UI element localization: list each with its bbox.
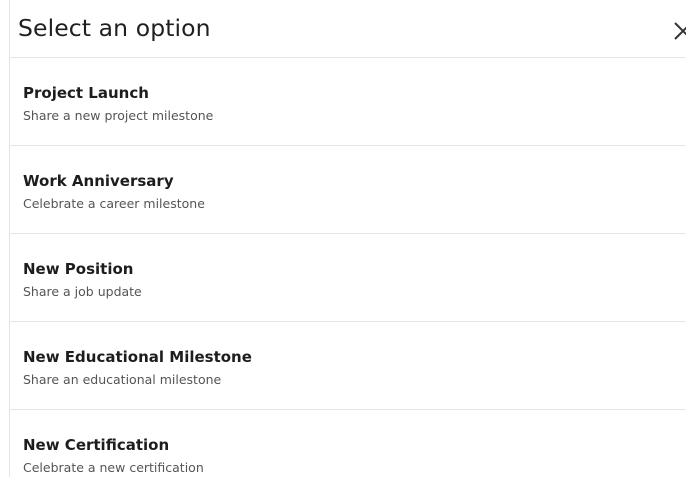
close-icon [674,22,686,40]
option-title: Project Launch [23,84,149,102]
select-option-dialog: Select an option Project Launch Share a … [0,0,686,477]
option-title: New Certification [23,436,170,454]
option-title: Work Anniversary [23,172,174,190]
option-new-educational-milestone[interactable]: New Educational Milestone Share an educa… [10,322,686,410]
option-work-anniversary[interactable]: Work Anniversary Celebrate a career mile… [10,146,686,234]
option-subtitle: Share a job update [23,284,142,299]
option-subtitle: Celebrate a career milestone [23,196,205,211]
option-title: New Position [23,260,134,278]
close-button[interactable] [670,19,686,43]
option-list: Project Launch Share a new project miles… [10,58,686,477]
dialog-title: Select an option [18,14,211,42]
dialog-left-edge [0,0,10,477]
option-subtitle: Share a new project milestone [23,108,214,123]
option-new-certification[interactable]: New Certification Celebrate a new certif… [10,410,686,477]
dialog-header: Select an option [10,0,686,58]
option-subtitle: Celebrate a new certification [23,460,204,475]
option-title: New Educational Milestone [23,348,252,366]
option-subtitle: Share an educational milestone [23,372,222,387]
option-project-launch[interactable]: Project Launch Share a new project miles… [10,58,686,146]
option-new-position[interactable]: New Position Share a job update [10,234,686,322]
